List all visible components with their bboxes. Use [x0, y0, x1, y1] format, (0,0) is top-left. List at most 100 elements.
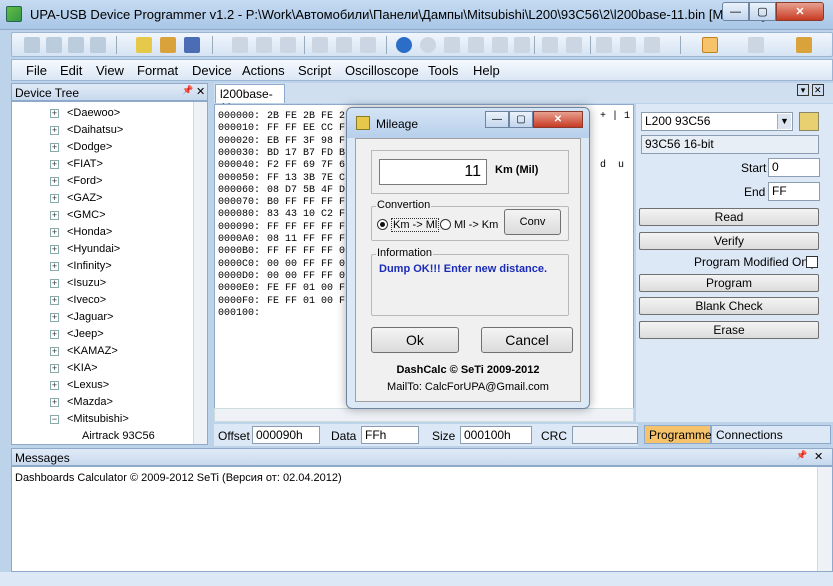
tree-item[interactable]: + <Mazda>: [12, 395, 197, 412]
hex-row[interactable]: 0000B0: FF FF FF FF 0: [218, 246, 345, 259]
expand-icon[interactable]: +: [50, 177, 59, 186]
close-button[interactable]: ✕: [776, 2, 824, 21]
tab-controls[interactable]: ▾ ✕: [797, 84, 827, 99]
tab-l200base[interactable]: l200base-11: [215, 84, 285, 115]
program-button[interactable]: Program: [639, 274, 819, 292]
tree-item[interactable]: + <Jaguar>: [12, 310, 197, 327]
dialog-minimize-button[interactable]: —: [485, 111, 509, 128]
read-button[interactable]: Read: [639, 208, 819, 226]
tree-item[interactable]: + <GMC>: [12, 208, 197, 225]
expand-icon[interactable]: +: [50, 398, 59, 407]
save-icon[interactable]: [184, 37, 200, 53]
mileage-input[interactable]: 11: [379, 159, 487, 185]
refresh-icon[interactable]: [396, 37, 412, 53]
dialog-maximize-button[interactable]: ▢: [509, 111, 533, 128]
hex-row[interactable]: 000050: FF 13 3B 7E C: [218, 173, 345, 186]
expand-icon[interactable]: +: [50, 228, 59, 237]
hex-row[interactable]: 000090: FF FF FF FF F: [218, 222, 345, 235]
menu-help[interactable]: Help: [473, 63, 500, 78]
move-icon[interactable]: [90, 37, 106, 53]
expand-icon[interactable]: +: [50, 245, 59, 254]
expand-icon[interactable]: +: [50, 126, 59, 135]
replace-icon[interactable]: [566, 37, 582, 53]
menu-device[interactable]: Device: [192, 63, 232, 78]
search-icon[interactable]: [46, 37, 62, 53]
italic-icon[interactable]: [256, 37, 272, 53]
forward-icon[interactable]: [420, 37, 436, 53]
underline-icon[interactable]: [280, 37, 296, 53]
close-icon[interactable]: ✕: [814, 450, 823, 463]
expand-icon[interactable]: +: [50, 160, 59, 169]
grid-icon[interactable]: [644, 37, 660, 53]
end-field[interactable]: FF: [768, 182, 820, 201]
tree-item[interactable]: + <Daihatsu>: [12, 123, 197, 140]
align-center-icon[interactable]: [336, 37, 352, 53]
hex-row[interactable]: 000060: 08 D7 5B 4F D: [218, 185, 345, 198]
expand-icon[interactable]: +: [50, 262, 59, 271]
expand-icon[interactable]: +: [50, 347, 59, 356]
start-field[interactable]: 0: [768, 158, 820, 177]
maximize-button[interactable]: ▢: [749, 2, 776, 21]
tree-item[interactable]: + <GAZ>: [12, 191, 197, 208]
menu-format[interactable]: Format: [137, 63, 178, 78]
tab-connections[interactable]: Connections: [711, 425, 831, 444]
chip-icon[interactable]: [136, 37, 152, 53]
tree-item[interactable]: + <KAMAZ>: [12, 344, 197, 361]
play-icon[interactable]: [748, 37, 764, 53]
verify-button[interactable]: Verify: [639, 232, 819, 250]
pointer-icon[interactable]: [702, 37, 718, 53]
chevron-down-icon[interactable]: ▼: [777, 114, 791, 129]
offset-field[interactable]: 000090h: [252, 426, 320, 444]
ml-km-radio[interactable]: [440, 219, 451, 230]
hex-row[interactable]: 000010: FF FF EE CC F: [218, 123, 345, 136]
menu-edit[interactable]: Edit: [60, 63, 82, 78]
settings-icon[interactable]: [796, 37, 812, 53]
km-ml-radio[interactable]: [377, 219, 388, 230]
delete-icon[interactable]: [514, 37, 530, 53]
open-folder-icon[interactable]: [160, 37, 176, 53]
menu-file[interactable]: File: [26, 63, 47, 78]
expand-icon[interactable]: +: [50, 143, 59, 152]
pin-icon[interactable]: 📌: [182, 85, 193, 96]
expand-icon[interactable]: +: [50, 279, 59, 288]
menu-actions[interactable]: Actions: [242, 63, 285, 78]
blank-check-button[interactable]: Blank Check: [639, 297, 819, 315]
tree-item[interactable]: + <Ford>: [12, 174, 197, 191]
ok-button[interactable]: Ok: [371, 327, 459, 353]
expand-icon[interactable]: +: [50, 330, 59, 339]
expand-icon[interactable]: +: [50, 313, 59, 322]
tree-item[interactable]: + <Isuzu>: [12, 276, 197, 293]
close-icon[interactable]: ✕: [811, 84, 824, 96]
document-icon[interactable]: [596, 37, 612, 53]
align-right-icon[interactable]: [360, 37, 376, 53]
hex-row[interactable]: 000080: 83 43 10 C2 F: [218, 209, 345, 222]
close-icon[interactable]: ✕: [196, 85, 205, 98]
expand-icon[interactable]: +: [50, 381, 59, 390]
size-field[interactable]: 000100h: [460, 426, 532, 444]
expand-icon[interactable]: +: [50, 194, 59, 203]
collapse-icon[interactable]: −: [50, 415, 59, 424]
crc-field[interactable]: [572, 426, 638, 444]
cancel-button[interactable]: Cancel: [481, 327, 573, 353]
hex-row[interactable]: 000000: 2B FE 2B FE 2 + | 1: [218, 111, 630, 124]
expand-icon[interactable]: +: [50, 364, 59, 373]
menu-view[interactable]: View: [96, 63, 124, 78]
expand-icon[interactable]: +: [50, 211, 59, 220]
minimize-button[interactable]: —: [722, 2, 749, 21]
dialog-close-button[interactable]: ✕: [533, 111, 583, 128]
copy-icon[interactable]: [468, 37, 484, 53]
hex-row[interactable]: 000030: BD 17 B7 FD B: [218, 148, 345, 161]
tree-item[interactable]: + <Infinity>: [12, 259, 197, 276]
menu-tools[interactable]: Tools: [428, 63, 458, 78]
hex-scrollbar[interactable]: [214, 408, 634, 422]
tree-item[interactable]: + <Dodge>: [12, 140, 197, 157]
tab-programmer[interactable]: Programmer: [644, 425, 716, 444]
km-ml-label[interactable]: Km -> Ml: [391, 218, 440, 232]
chevron-down-icon[interactable]: ▾: [797, 84, 809, 96]
data-field[interactable]: FFh: [361, 426, 419, 444]
tree-item[interactable]: + <FIAT>: [12, 157, 197, 174]
list-icon[interactable]: [620, 37, 636, 53]
tree-item-child[interactable]: Airtrack 93C56: [12, 429, 197, 444]
program-modified-only-checkbox[interactable]: [806, 256, 818, 268]
align-left-icon[interactable]: [312, 37, 328, 53]
